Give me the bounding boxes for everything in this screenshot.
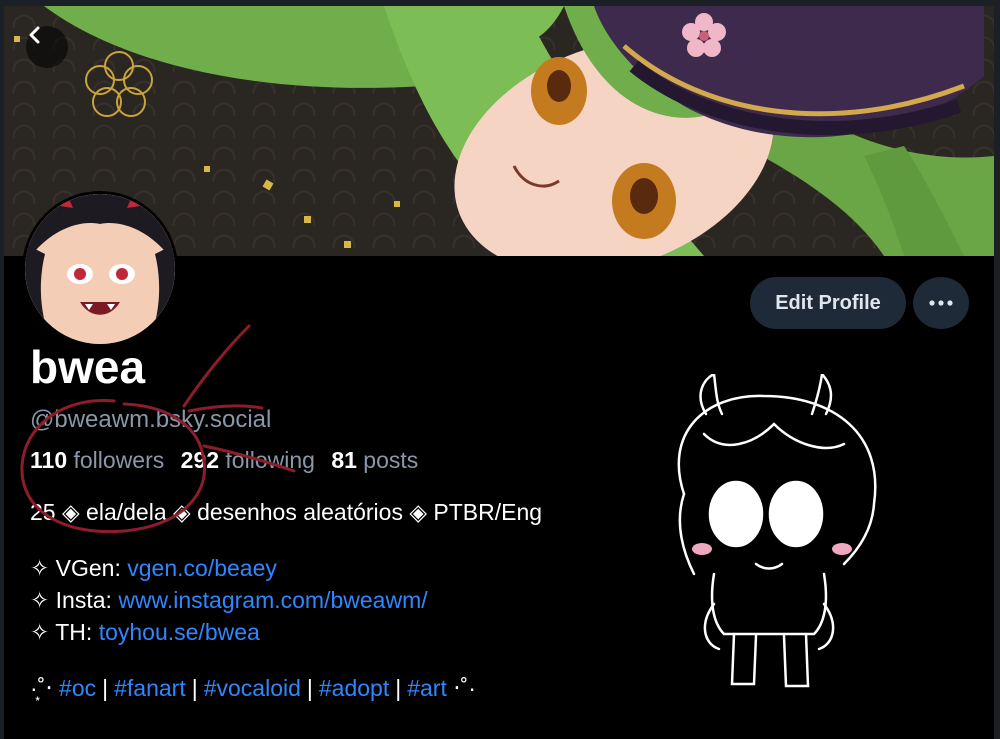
posts-count: 81 (331, 447, 357, 473)
followers-label: followers (73, 447, 165, 473)
tag-oc[interactable]: #oc (59, 675, 96, 701)
tag-vocaloid[interactable]: #vocaloid (204, 675, 301, 701)
display-name: bwea (30, 341, 146, 393)
bio-link-prefix: ✧ VGen: (30, 555, 128, 581)
bio-link-prefix: ✧ Insta: (30, 587, 119, 613)
avatar[interactable] (22, 191, 178, 347)
following-count: 292 (180, 447, 220, 473)
bio-tags: ·͙˚‧ #oc | #fanart | #vocaloid | #adopt | #art ‧… (30, 675, 476, 701)
tag-art[interactable]: #art (407, 675, 447, 701)
bio-link-row-insta: ✧ Insta: www.instagram.com/bweawm/ (30, 584, 670, 616)
chevron-left-icon (29, 26, 40, 44)
handle: @bweawm.bsky.social (30, 406, 272, 433)
back-button[interactable] (26, 26, 68, 68)
following-label: following (225, 447, 315, 473)
vgen-link[interactable]: vgen.co/beaey (127, 555, 277, 581)
profile-stats: 110 followers 292 following 81 posts (30, 447, 428, 474)
bio-link-prefix: ✧ TH: (30, 619, 99, 645)
tag-fanart[interactable]: #fanart (114, 675, 186, 701)
followers-count: 110 (30, 447, 68, 473)
instagram-link[interactable]: www.instagram.com/bweawm/ (118, 587, 427, 613)
tags-suffix: ‧˚· (453, 675, 476, 701)
tag-adopt[interactable]: #adopt (319, 675, 389, 701)
bio-link-row-vgen: ✧ VGen: vgen.co/beaey (30, 552, 670, 584)
chibi-doodle (677, 374, 877, 688)
bio-link-row-th: ✧ TH: toyhou.se/bwea (30, 616, 670, 648)
edit-profile-button[interactable]: Edit Profile (750, 277, 906, 329)
toyhouse-link[interactable]: toyhou.se/bwea (99, 619, 260, 645)
avatar-artwork (25, 194, 175, 344)
tags-prefix: ·͙˚‧ (30, 675, 53, 701)
profile-page: Edit Profile bwea @bweawm.bsky.social 11… (4, 6, 994, 739)
posts-stat: 81 posts (331, 447, 418, 473)
ellipsis-icon (929, 300, 953, 306)
followers-stat[interactable]: 110 followers (30, 447, 164, 473)
following-stat[interactable]: 292 following (181, 447, 315, 473)
more-options-button[interactable] (913, 277, 969, 329)
bio-intro: 25 ◈ ela/dela ◈ desenhos aleatórios ◈ PT… (30, 499, 543, 525)
profile-bio: 25 ◈ ela/dela ◈ desenhos aleatórios ◈ PT… (30, 496, 670, 704)
posts-label: posts (363, 447, 419, 473)
